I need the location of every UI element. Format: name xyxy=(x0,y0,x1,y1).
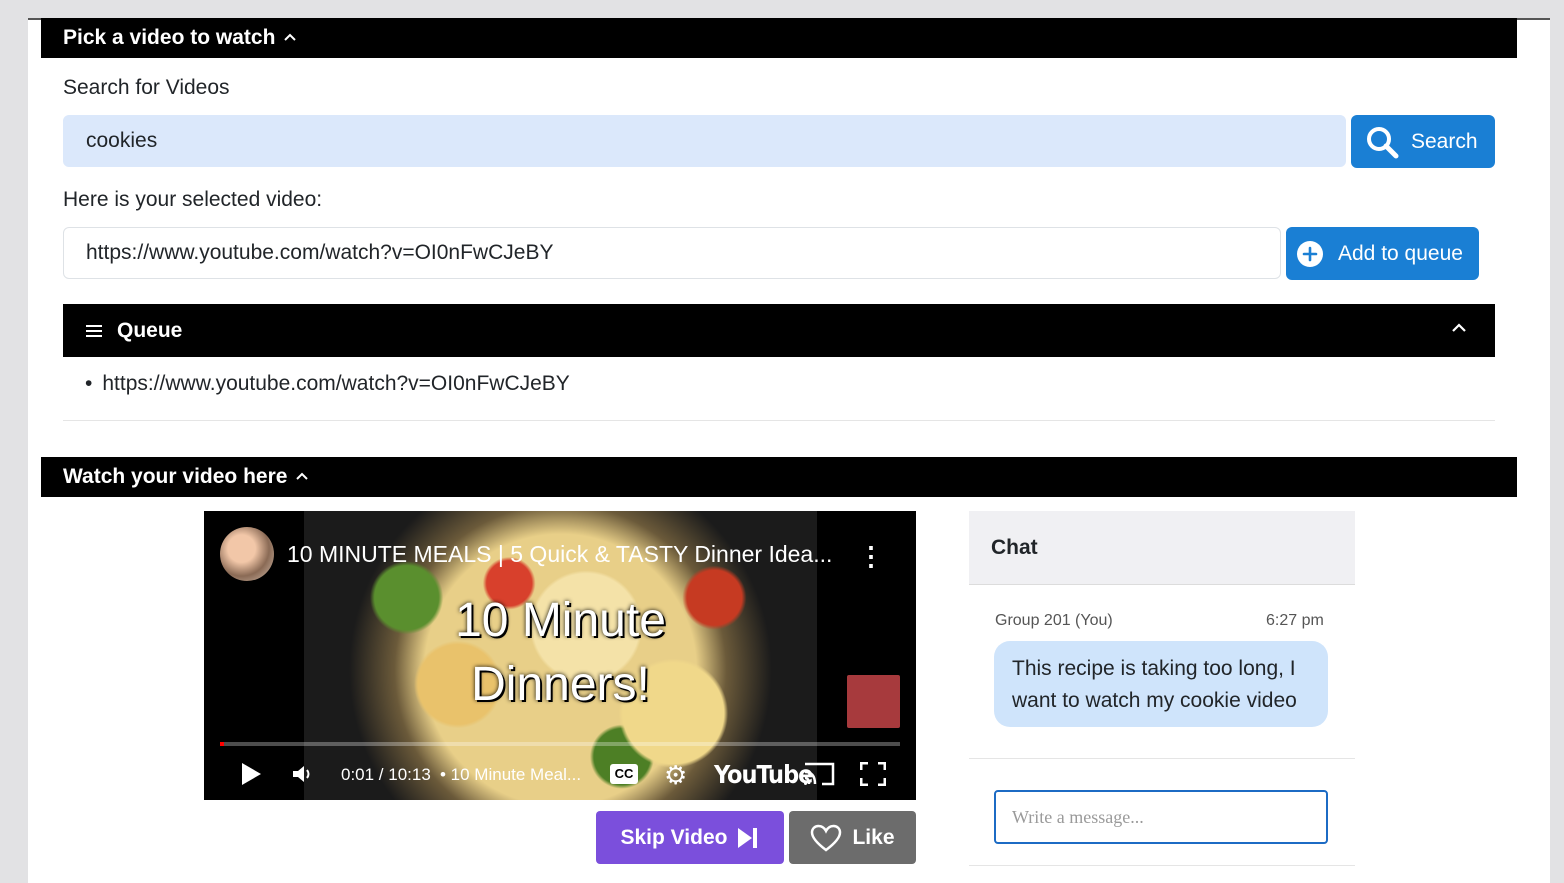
queue-list: https://www.youtube.com/watch?v=OI0nFwCJ… xyxy=(85,372,569,396)
chevron-up-icon[interactable] xyxy=(1451,322,1467,334)
search-icon xyxy=(1365,125,1399,159)
thumbnail-text-line2: Dinners! xyxy=(471,658,650,711)
settings-gear-icon[interactable]: ⚙ xyxy=(664,760,687,791)
chevron-up-icon xyxy=(283,29,297,47)
message-sender: Group 201 (You) xyxy=(995,612,1113,629)
app-page: Pick a video to watch Search for Videos … xyxy=(28,18,1550,883)
chevron-up-icon xyxy=(295,468,309,486)
divider xyxy=(63,420,1495,421)
add-to-queue-button[interactable]: Add to queue xyxy=(1286,227,1479,280)
skip-video-button[interactable]: Skip Video xyxy=(596,811,784,864)
channel-avatar[interactable] xyxy=(220,527,274,581)
progress-played xyxy=(220,742,224,746)
watch-video-title: Watch your video here xyxy=(63,465,288,488)
chat-message-input[interactable] xyxy=(994,790,1328,844)
more-vertical-icon[interactable]: ⋮ xyxy=(858,541,884,572)
volume-icon[interactable] xyxy=(292,764,316,789)
chat-divider xyxy=(969,758,1355,759)
skip-video-label: Skip Video xyxy=(620,825,728,849)
pick-video-title: Pick a video to watch xyxy=(63,26,276,49)
search-button[interactable]: Search xyxy=(1351,115,1495,168)
chat-message-bubble: This recipe is taking too long, I want t… xyxy=(994,641,1328,727)
search-button-label: Search xyxy=(1411,129,1478,153)
search-label: Search for Videos xyxy=(63,76,230,99)
thumbnail-text-line1: 10 Minute xyxy=(455,594,666,647)
selected-video-label: Here is your selected video: xyxy=(63,188,323,211)
chat-divider xyxy=(969,865,1355,866)
time-display: 0:01 / 10:13 xyxy=(341,765,431,784)
search-input[interactable] xyxy=(63,115,1346,167)
video-title[interactable]: 10 MINUTE MEALS | 5 Quick & TASTY Dinner… xyxy=(287,541,832,568)
watch-video-header[interactable]: Watch your video here xyxy=(41,457,1517,497)
player-controls: 0:01 / 10:13 • 10 Minute Meal... CC ⚙ Yo… xyxy=(204,756,916,796)
queue-item[interactable]: https://www.youtube.com/watch?v=OI0nFwCJ… xyxy=(85,372,569,396)
play-icon[interactable] xyxy=(240,762,262,791)
like-label: Like xyxy=(852,825,895,849)
skip-forward-icon xyxy=(737,826,759,850)
pick-video-header[interactable]: Pick a video to watch xyxy=(41,18,1517,58)
fullscreen-icon[interactable] xyxy=(859,761,887,791)
channel-watermark-icon xyxy=(847,675,900,728)
chat-title: Chat xyxy=(991,535,1038,559)
progress-bar[interactable] xyxy=(220,742,900,746)
video-player[interactable]: 10 Minute Dinners! 10 MINUTE MEALS | 5 Q… xyxy=(204,511,916,800)
menu-icon xyxy=(85,324,103,338)
youtube-logo[interactable]: YouTube xyxy=(714,760,813,789)
queue-header[interactable]: Queue xyxy=(63,304,1495,357)
add-to-queue-label: Add to queue xyxy=(1338,241,1463,265)
plus-circle-icon xyxy=(1296,240,1324,268)
queue-title: Queue xyxy=(117,318,183,342)
captions-icon[interactable]: CC xyxy=(610,764,638,784)
selected-video-field[interactable] xyxy=(63,227,1281,279)
cast-icon[interactable] xyxy=(802,760,836,793)
chapter-title[interactable]: • 10 Minute Meal... xyxy=(440,765,581,785)
message-time: 6:27 pm xyxy=(1266,612,1324,629)
heart-icon xyxy=(810,824,842,852)
like-button[interactable]: Like xyxy=(789,811,916,864)
chat-header: Chat xyxy=(969,511,1355,585)
